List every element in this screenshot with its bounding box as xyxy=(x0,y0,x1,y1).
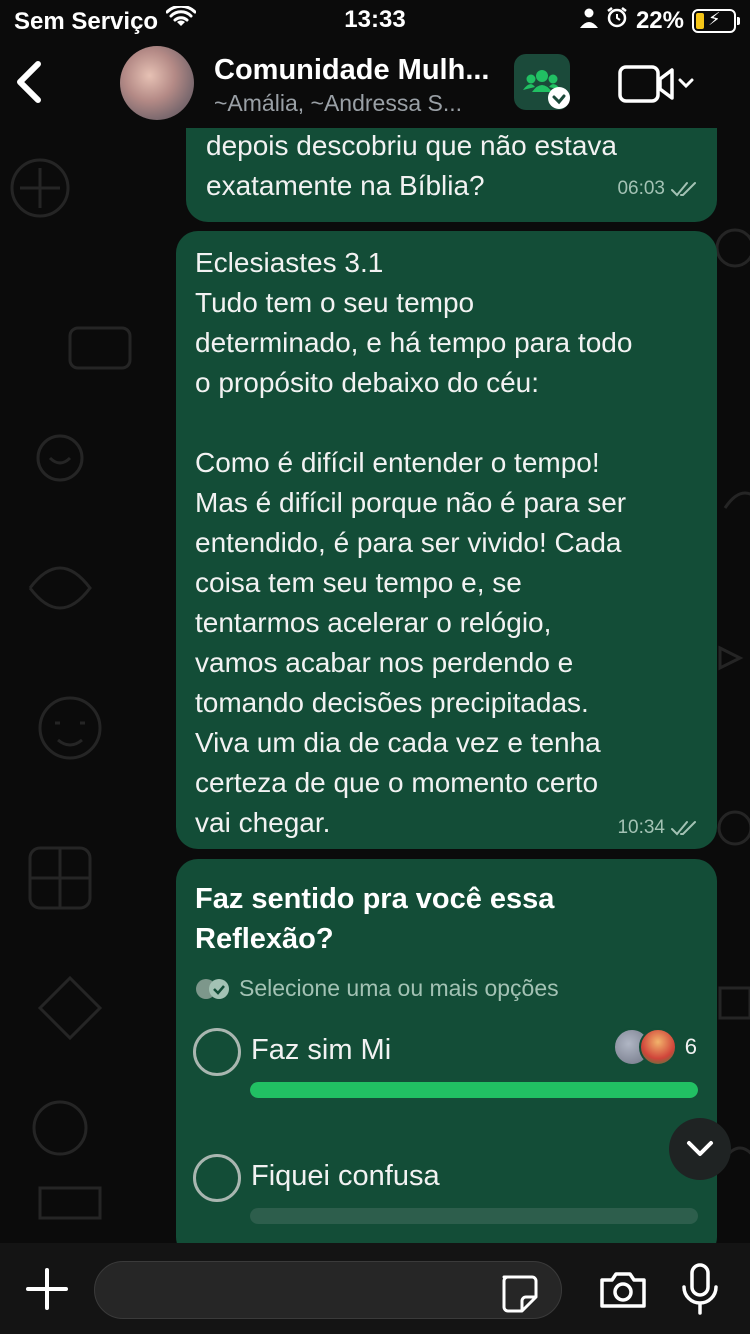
group-avatar[interactable] xyxy=(120,46,194,120)
microphone-button[interactable] xyxy=(680,1263,720,1315)
message-meta: 10:34 xyxy=(617,817,697,839)
poll-hint: Selecione uma ou mais opções xyxy=(195,975,697,1002)
message-bubble[interactable]: depois descobriu que não estava exatamen… xyxy=(186,128,717,222)
camera-button[interactable] xyxy=(598,1270,648,1310)
multi-select-icon xyxy=(196,978,229,999)
poll-progress-track xyxy=(250,1208,698,1224)
sticker-button[interactable] xyxy=(498,1273,538,1313)
poll-hint-text: Selecione uma ou mais opções xyxy=(239,975,559,1001)
plus-icon xyxy=(26,1268,68,1310)
poll-question: Faz sentido pra você essa Reflexão? xyxy=(195,883,555,955)
poll-option[interactable]: Fiquei confusa xyxy=(193,1142,698,1243)
group-title[interactable]: Comunidade Mulh... xyxy=(214,54,514,87)
vote-count: 6 xyxy=(684,1034,697,1059)
poll-option[interactable]: Faz sim Mi 6 xyxy=(193,1016,698,1128)
battery-percent: 22% xyxy=(635,6,684,34)
sticker-icon xyxy=(502,1275,538,1313)
voter-avatar xyxy=(638,1028,677,1066)
back-button[interactable] xyxy=(14,60,54,110)
message-meta: 06:03 xyxy=(617,178,697,200)
double-check-icon xyxy=(671,182,696,197)
poll-progress-fill xyxy=(250,1082,698,1098)
battery-charging-icon: ⚡ xyxy=(692,8,740,33)
message-time: 06:03 xyxy=(617,178,665,199)
community-button[interactable] xyxy=(514,54,570,110)
video-call-button[interactable] xyxy=(618,64,700,104)
poll-option-label: Fiquei confusa xyxy=(251,1160,440,1192)
status-bar: Sem Serviço 13:33 22% ⚡ xyxy=(0,0,750,40)
message-bubble[interactable]: Eclesiastes 3.1 Tudo tem o seu tempo det… xyxy=(176,231,717,849)
poll-option-label: Faz sim Mi xyxy=(251,1034,392,1066)
camera-icon xyxy=(600,1272,646,1308)
double-check-icon xyxy=(671,821,696,836)
message-time: 10:34 xyxy=(617,817,665,838)
group-members[interactable]: ~Amália, ~Andressa S... xyxy=(214,90,504,117)
chevron-down-icon xyxy=(678,78,694,89)
chat-area[interactable]: depois descobriu que não estava exatamen… xyxy=(0,128,750,1243)
message-input[interactable] xyxy=(94,1261,562,1319)
video-call-icon xyxy=(618,65,694,103)
microphone-icon xyxy=(682,1263,718,1315)
poll-voters[interactable]: 6 xyxy=(612,1028,697,1066)
person-icon xyxy=(579,7,598,35)
alarm-icon xyxy=(606,6,628,35)
attach-button[interactable] xyxy=(26,1268,68,1310)
scroll-to-bottom-button[interactable] xyxy=(669,1118,731,1180)
message-text: Eclesiastes 3.1 Tudo tem o seu tempo det… xyxy=(195,247,633,838)
poll-radio[interactable] xyxy=(193,1028,241,1076)
battery-level-fill xyxy=(696,12,704,29)
composer-bar xyxy=(0,1243,750,1334)
chevron-down-icon xyxy=(687,1141,713,1156)
poll-progress-track xyxy=(250,1082,698,1098)
chat-header: Comunidade Mulh... ~Amália, ~Andressa S.… xyxy=(0,40,750,130)
bolt-icon: ⚡ xyxy=(708,8,721,29)
status-right-group: 22% ⚡ xyxy=(579,6,740,35)
community-icon xyxy=(523,70,570,109)
poll-bubble[interactable]: Faz sentido pra você essa Reflexão? Sele… xyxy=(176,859,717,1243)
back-chevron-icon xyxy=(17,61,41,103)
poll-radio[interactable] xyxy=(193,1154,241,1202)
